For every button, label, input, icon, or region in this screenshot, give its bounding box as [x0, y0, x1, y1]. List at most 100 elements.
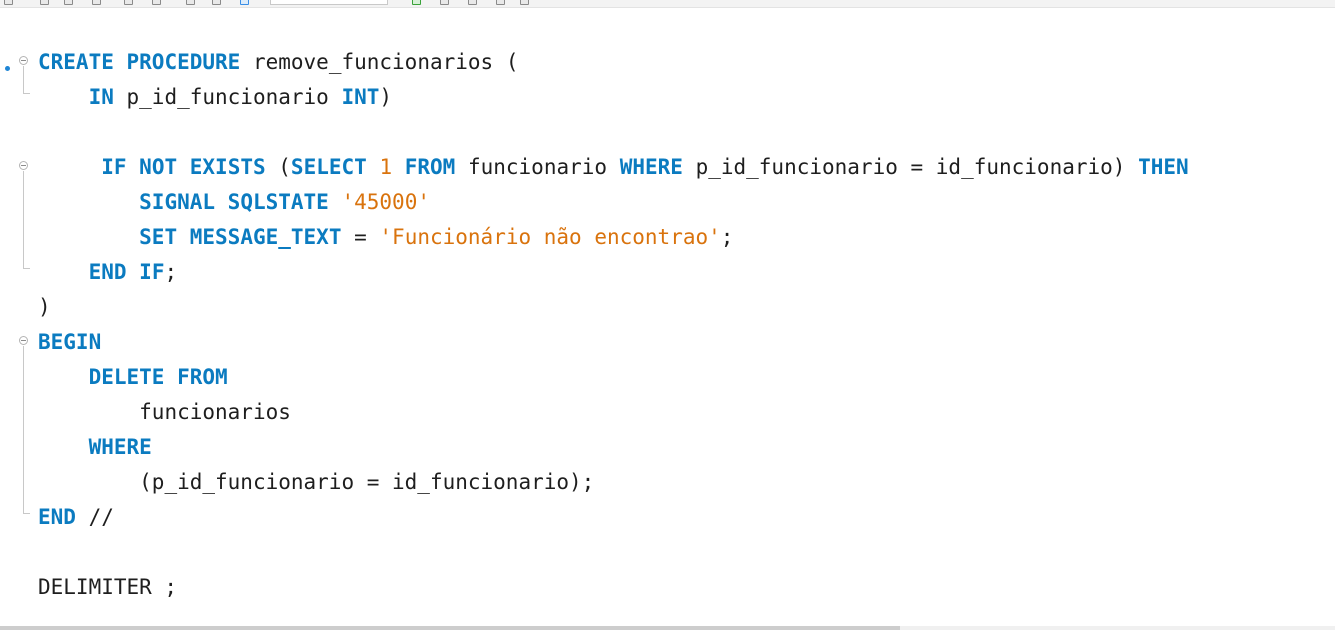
toolbar — [0, 0, 1335, 8]
sql-keyword: BEGIN — [38, 330, 102, 354]
sql-text: ) — [379, 85, 393, 109]
sql-keyword: SIGNAL — [139, 190, 216, 214]
sql-keyword: SET — [139, 225, 178, 249]
toolbar-search-field[interactable] — [270, 0, 388, 5]
save-icon[interactable] — [64, 0, 73, 5]
sql-keyword: SELECT — [290, 155, 367, 179]
code-line: (p_id_funcionario = id_funcionario); — [38, 465, 594, 500]
sql-keyword: INT — [341, 85, 380, 109]
sql-keyword: SQLSTATE — [227, 190, 329, 214]
wrap-icon[interactable] — [240, 0, 249, 5]
sql-string: 'Funcionário não encontrao' — [379, 225, 721, 249]
horizontal-scrollbar[interactable] — [0, 626, 1335, 630]
sql-keyword: END — [38, 505, 76, 529]
code-line: CREATE PROCEDURE remove_funcionarios ( — [38, 45, 518, 80]
sql-keyword: WHERE — [88, 435, 152, 459]
beautify-icon[interactable] — [520, 0, 529, 5]
save-as-icon[interactable] — [92, 0, 101, 5]
sql-text: funcionario — [455, 155, 620, 179]
sql-keyword: IF — [101, 155, 127, 179]
fold-range-line — [23, 346, 24, 513]
code-line: END IF; — [38, 255, 178, 290]
code-line: SET MESSAGE_TEXT = 'Funcionário não enco… — [38, 220, 733, 255]
sql-text: remove_funcionarios ( — [240, 50, 519, 74]
sql-text: = — [341, 225, 380, 249]
sql-keyword: IN — [88, 85, 114, 109]
current-line-marker — [5, 66, 10, 71]
sql-string: '45000' — [341, 190, 430, 214]
sql-text: ( — [265, 155, 291, 179]
sql-text: // — [75, 505, 114, 529]
sql-keyword: END — [88, 260, 127, 284]
sql-editor[interactable]: CREATE PROCEDURE remove_funcionarios ( I… — [0, 8, 1335, 626]
format-icon[interactable] — [186, 0, 195, 5]
sql-keyword: IF — [139, 260, 165, 284]
sql-text: p_id_funcionario = id_funcionario) — [682, 155, 1139, 179]
sql-keyword: FROM — [404, 155, 456, 179]
code-line: END // — [38, 500, 114, 535]
code-line: WHERE — [38, 430, 152, 465]
fold-range-end — [23, 513, 30, 514]
uncomment-icon[interactable] — [468, 0, 477, 5]
beautify-icon[interactable] — [496, 0, 505, 5]
fold-range-line — [23, 66, 24, 93]
fold-range-end — [23, 268, 30, 269]
execute-icon[interactable] — [412, 0, 421, 5]
code-line: DELETE FROM — [38, 360, 228, 395]
sql-text: ; — [720, 225, 734, 249]
sql-keyword: DELETE — [88, 365, 165, 389]
code-line: DELIMITER ; — [38, 570, 177, 605]
sql-keyword: WHERE — [619, 155, 683, 179]
fold-toggle-icon[interactable] — [19, 336, 28, 345]
scrollbar-thumb[interactable] — [0, 626, 900, 630]
new-file-icon[interactable] — [4, 0, 13, 5]
sql-text: ) — [38, 295, 51, 319]
fold-range-line — [23, 171, 24, 268]
code-line: ) — [38, 290, 51, 325]
fold-range-end — [23, 93, 30, 94]
sql-text: ; — [164, 260, 178, 284]
sql-keyword: NOT — [139, 155, 178, 179]
code-line: IN p_id_funcionario INT) — [38, 80, 392, 115]
sql-keyword: CREATE — [38, 50, 114, 74]
code-line: IF NOT EXISTS (SELECT 1 FROM funcionario… — [38, 150, 1189, 185]
code-line: BEGIN — [38, 325, 101, 360]
sql-text: funcionarios — [139, 400, 291, 424]
sql-keyword: EXISTS — [189, 155, 266, 179]
sql-number: 1 — [379, 155, 393, 179]
stop-icon[interactable] — [152, 0, 161, 5]
sql-keyword: MESSAGE_TEXT — [189, 225, 342, 249]
run-icon[interactable] — [124, 0, 133, 5]
sql-keyword: THEN — [1138, 155, 1189, 179]
sql-text: p_id_funcionario — [113, 85, 342, 109]
open-folder-icon[interactable] — [40, 0, 49, 5]
sql-keyword: PROCEDURE — [126, 50, 241, 74]
comment-icon[interactable] — [440, 0, 449, 5]
sql-keyword: FROM — [177, 365, 228, 389]
code-line: SIGNAL SQLSTATE '45000' — [38, 185, 430, 220]
search-icon[interactable] — [212, 0, 221, 5]
sql-text: DELIMITER ; — [38, 575, 178, 599]
fold-toggle-icon[interactable] — [19, 56, 28, 65]
code-line: funcionarios — [38, 395, 291, 430]
fold-toggle-icon[interactable] — [19, 161, 28, 170]
